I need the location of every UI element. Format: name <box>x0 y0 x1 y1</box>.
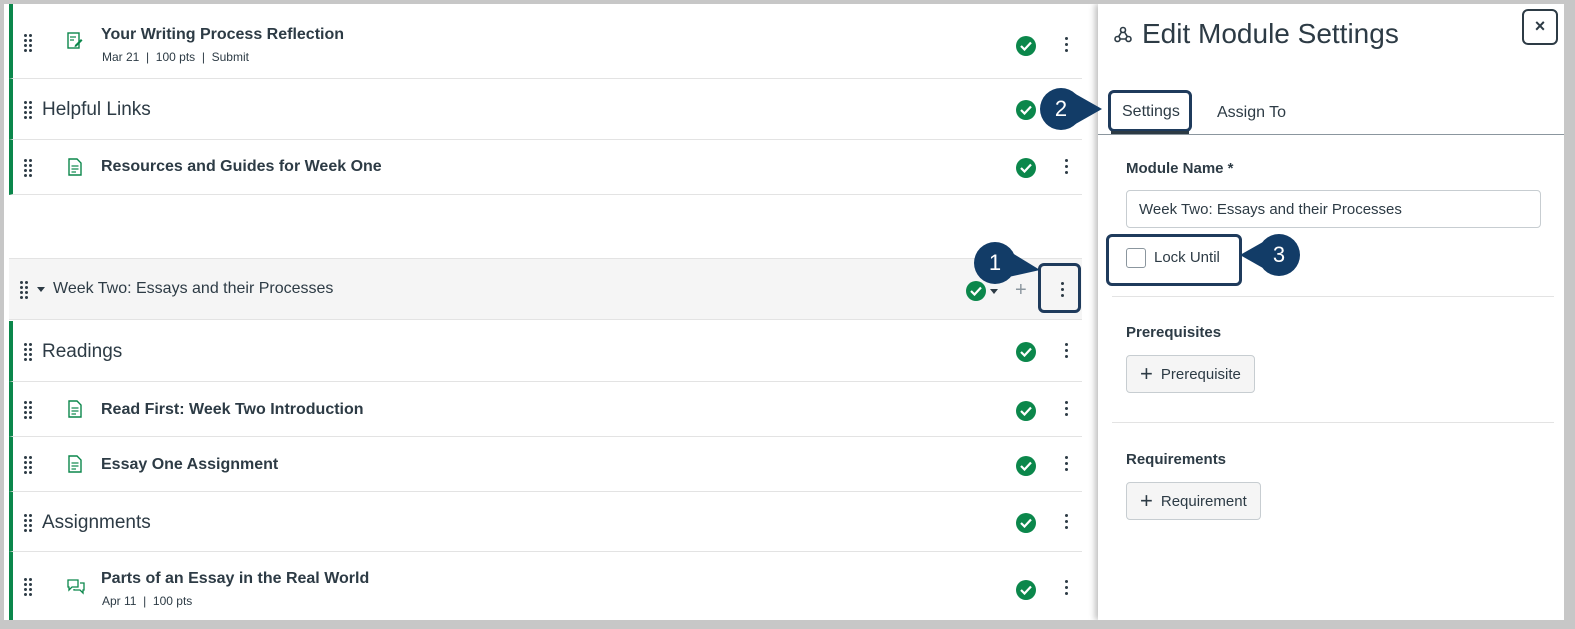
plus-icon: + <box>1140 361 1153 386</box>
kebab-menu-icon[interactable] <box>1064 159 1070 177</box>
discussion-icon <box>67 579 85 595</box>
published-check-icon[interactable] <box>1016 342 1036 362</box>
drag-handle-icon[interactable] <box>24 34 34 52</box>
callout-1: 1 <box>974 242 1040 284</box>
collapse-caret-icon[interactable] <box>37 287 45 292</box>
text-header-row[interactable]: Assignments <box>9 492 1082 552</box>
kebab-menu-icon[interactable] <box>1064 37 1070 55</box>
item-meta: Apr 11 | 100 pts <box>102 594 193 608</box>
published-check-icon[interactable] <box>1016 158 1036 178</box>
module-item-row[interactable]: Your Writing Process Reflection Mar 21 |… <box>9 4 1082 79</box>
tabs-divider <box>1098 134 1564 135</box>
drag-handle-icon[interactable] <box>24 101 34 119</box>
drag-handle-icon[interactable] <box>24 159 34 177</box>
module-item-row[interactable]: Parts of an Essay in the Real World Apr … <box>9 552 1082 620</box>
drag-handle-icon[interactable] <box>24 578 34 596</box>
section-divider <box>1112 296 1554 297</box>
item-meta: Mar 21 | 100 pts | Submit <box>102 50 249 64</box>
published-check-icon[interactable] <box>1016 456 1036 476</box>
page-icon <box>68 158 82 176</box>
module-title: Week Two: Essays and their Processes <box>53 280 334 297</box>
prerequisites-label: Prerequisites <box>1126 324 1222 341</box>
published-check-icon[interactable] <box>1016 513 1036 533</box>
kebab-menu-icon[interactable] <box>1064 456 1070 474</box>
close-button[interactable]: × <box>1522 9 1558 45</box>
add-requirement-button[interactable]: + Requirement <box>1126 482 1261 520</box>
text-header-row[interactable]: Readings <box>9 321 1082 382</box>
panel-title: Edit Module Settings <box>1142 18 1399 49</box>
module-name-input[interactable] <box>1126 190 1541 228</box>
add-prerequisite-button[interactable]: + Prerequisite <box>1126 355 1255 393</box>
lock-until-label[interactable]: Lock Until <box>1154 249 1220 266</box>
modules-list: Your Writing Process Reflection Mar 21 |… <box>4 4 1084 620</box>
page-icon <box>68 400 82 418</box>
kebab-menu-icon[interactable] <box>1064 401 1070 419</box>
drag-handle-icon[interactable] <box>24 401 34 419</box>
item-title[interactable]: Read First: Week Two Introduction <box>101 401 364 419</box>
edit-module-settings-panel: Edit Module Settings × Settings Assign T… <box>1098 4 1564 620</box>
tab-assign-to[interactable]: Assign To <box>1217 104 1286 122</box>
module-item-row[interactable]: Resources and Guides for Week One <box>9 140 1082 195</box>
app-window: Your Writing Process Reflection Mar 21 |… <box>4 4 1564 620</box>
item-title[interactable]: Resources and Guides for Week One <box>101 158 382 176</box>
page-icon <box>68 455 82 473</box>
item-title[interactable]: Your Writing Process Reflection <box>101 26 344 44</box>
drag-handle-icon[interactable] <box>24 456 34 474</box>
add-prerequisite-label: Prerequisite <box>1160 365 1241 383</box>
tab-settings[interactable]: Settings <box>1108 90 1192 132</box>
published-check-icon[interactable] <box>1016 100 1036 120</box>
header-title: Helpful Links <box>42 99 151 120</box>
callout-3: 3 <box>1238 234 1302 276</box>
module-header[interactable]: Week Two: Essays and their Processes + <box>9 258 1082 320</box>
drag-handle-icon[interactable] <box>24 343 34 361</box>
kebab-highlight <box>1038 263 1081 313</box>
text-header-row[interactable]: Helpful Links <box>9 79 1082 140</box>
module-name-label: Module Name * <box>1126 160 1234 177</box>
assignment-icon <box>67 32 83 49</box>
lock-until-checkbox[interactable] <box>1126 248 1146 268</box>
close-icon: × <box>1534 16 1546 36</box>
item-title[interactable]: Essay One Assignment <box>101 456 278 474</box>
published-check-icon[interactable] <box>1016 580 1036 600</box>
kebab-menu-icon[interactable] <box>1064 514 1070 532</box>
module-icon <box>1114 26 1132 43</box>
module-item-row[interactable]: Essay One Assignment <box>9 437 1082 492</box>
item-title[interactable]: Parts of an Essay in the Real World <box>101 570 369 588</box>
add-requirement-label: Requirement <box>1160 492 1247 510</box>
header-title: Assignments <box>42 512 151 533</box>
requirements-label: Requirements <box>1126 451 1227 468</box>
drag-handle-icon[interactable] <box>24 514 34 532</box>
published-check-icon[interactable] <box>1016 36 1036 56</box>
plus-icon: + <box>1140 488 1153 513</box>
kebab-menu-icon[interactable] <box>1064 580 1070 598</box>
publish-menu-caret-icon[interactable] <box>990 289 998 294</box>
kebab-menu-icon[interactable] <box>1064 343 1070 361</box>
published-check-icon[interactable] <box>966 281 986 301</box>
section-divider <box>1112 422 1554 423</box>
callout-2: 2 <box>1040 88 1104 130</box>
published-check-icon[interactable] <box>1016 401 1036 421</box>
header-title: Readings <box>42 341 123 362</box>
module-item-row[interactable]: Read First: Week Two Introduction <box>9 382 1082 437</box>
drag-handle-icon[interactable] <box>20 281 30 299</box>
